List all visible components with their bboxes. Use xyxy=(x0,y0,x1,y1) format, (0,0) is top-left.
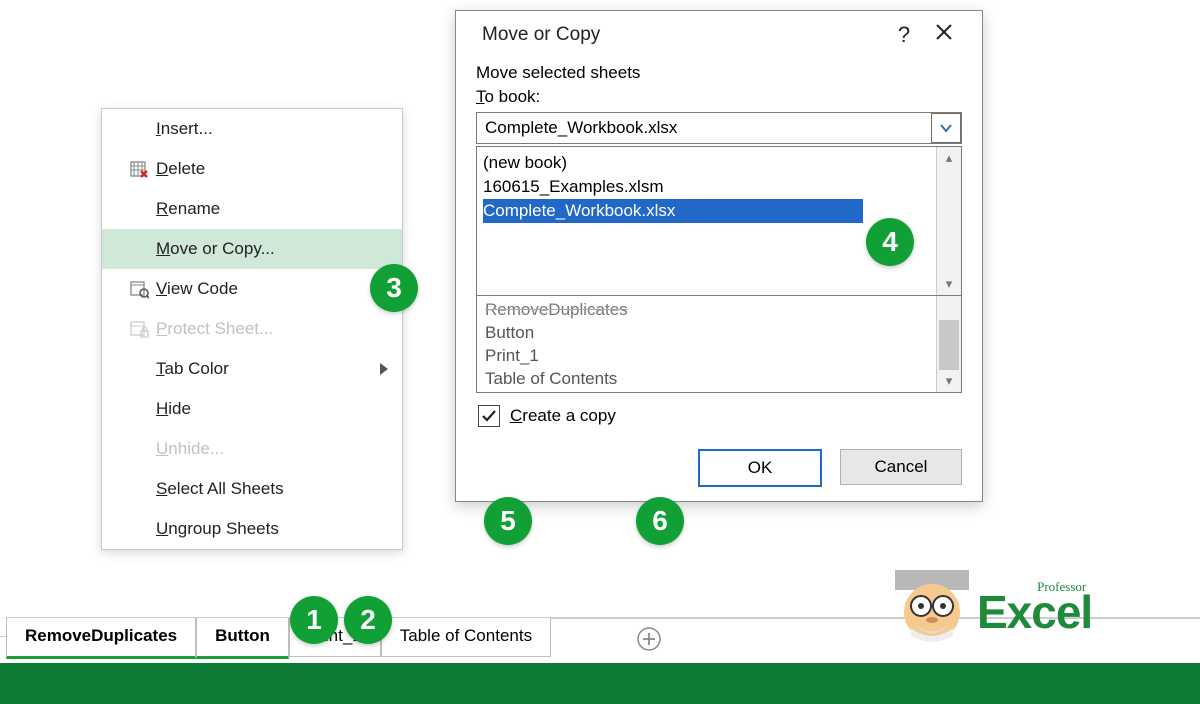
listbox-scrollbar[interactable]: ▴ ▾ xyxy=(936,147,961,295)
create-copy-label: Create a copy xyxy=(510,406,616,426)
before-sheet-listbox[interactable]: RemoveDuplicates Button Print_1 Table of… xyxy=(476,296,962,393)
sheet-tab-button[interactable]: Button xyxy=(196,618,289,659)
ctx-tab-color[interactable]: Tab Color xyxy=(102,349,402,389)
professor-face-icon xyxy=(895,570,969,644)
ctx-hide[interactable]: Hide xyxy=(102,389,402,429)
scroll-down-icon[interactable]: ▾ xyxy=(937,370,961,392)
dialog-titlebar: Move or Copy ? xyxy=(456,11,982,59)
new-sheet-button[interactable] xyxy=(636,626,662,652)
delete-sheet-icon xyxy=(122,159,156,179)
ctx-view-code[interactable]: View Code xyxy=(102,269,402,309)
sheet-option-button[interactable]: Button xyxy=(485,321,928,344)
to-book-combo-value: Complete_Workbook.xlsx xyxy=(477,118,931,138)
ctx-rename[interactable]: Rename xyxy=(102,189,402,229)
ctx-insert[interactable]: Insert... xyxy=(102,109,402,149)
sheet-option-toc[interactable]: Table of Contents xyxy=(485,367,928,390)
book-option-examples[interactable]: 160615_Examples.xlsm xyxy=(483,175,930,199)
close-button[interactable] xyxy=(924,22,964,48)
protect-sheet-icon xyxy=(122,319,156,339)
professor-excel-logo: Professor Excel xyxy=(895,570,1092,644)
view-code-icon xyxy=(122,279,156,299)
ctx-select-all-sheets[interactable]: Select All Sheets xyxy=(102,469,402,509)
scroll-down-icon[interactable]: ▾ xyxy=(937,273,961,295)
logo-excel-text: Excel xyxy=(977,589,1092,635)
create-copy-row[interactable]: Create a copy xyxy=(476,405,962,427)
to-book-label: To book: xyxy=(476,87,962,107)
ctx-ungroup-sheets[interactable]: Ungroup Sheets xyxy=(102,509,402,549)
sheet-context-menu: Insert... Delete Rename Move or Copy... … xyxy=(101,108,403,550)
combo-dropdown-button[interactable] xyxy=(931,113,961,143)
help-button[interactable]: ? xyxy=(884,22,924,48)
sheet-option-removeduplicates[interactable]: RemoveDuplicates xyxy=(485,298,928,321)
step-badge-1: 1 xyxy=(290,596,338,644)
move-selected-label: Move selected sheets xyxy=(476,63,962,83)
ctx-unhide[interactable]: Unhide... xyxy=(102,429,402,469)
sheet-option-print1[interactable]: Print_1 xyxy=(485,344,928,367)
dialog-title: Move or Copy xyxy=(482,24,600,46)
submenu-arrow-icon xyxy=(380,363,388,375)
step-badge-4: 4 xyxy=(866,218,914,266)
scrollbar-thumb[interactable] xyxy=(939,320,959,370)
step-badge-5: 5 xyxy=(484,497,532,545)
to-book-combo[interactable]: Complete_Workbook.xlsx xyxy=(476,112,962,144)
sheet-tab-removeduplicates[interactable]: RemoveDuplicates xyxy=(6,618,196,659)
status-bar xyxy=(0,663,1200,704)
book-option-complete[interactable]: Complete_Workbook.xlsx xyxy=(483,199,863,223)
sheet-tab-toc[interactable]: Table of Contents xyxy=(381,618,551,657)
cancel-button[interactable]: Cancel xyxy=(840,449,962,485)
sheetlist-scrollbar[interactable]: ▾ xyxy=(936,296,961,392)
ctx-delete[interactable]: Delete xyxy=(102,149,402,189)
create-copy-checkbox[interactable] xyxy=(478,405,500,427)
scroll-up-icon[interactable]: ▴ xyxy=(937,147,961,169)
step-badge-3: 3 xyxy=(370,264,418,312)
ctx-protect-sheet[interactable]: Protect Sheet... xyxy=(102,309,402,349)
ok-button[interactable]: OK xyxy=(698,449,822,487)
ctx-move-or-copy[interactable]: Move or Copy... xyxy=(102,229,402,269)
step-badge-2: 2 xyxy=(344,596,392,644)
step-badge-6: 6 xyxy=(636,497,684,545)
book-option-new[interactable]: (new book) xyxy=(483,151,930,175)
